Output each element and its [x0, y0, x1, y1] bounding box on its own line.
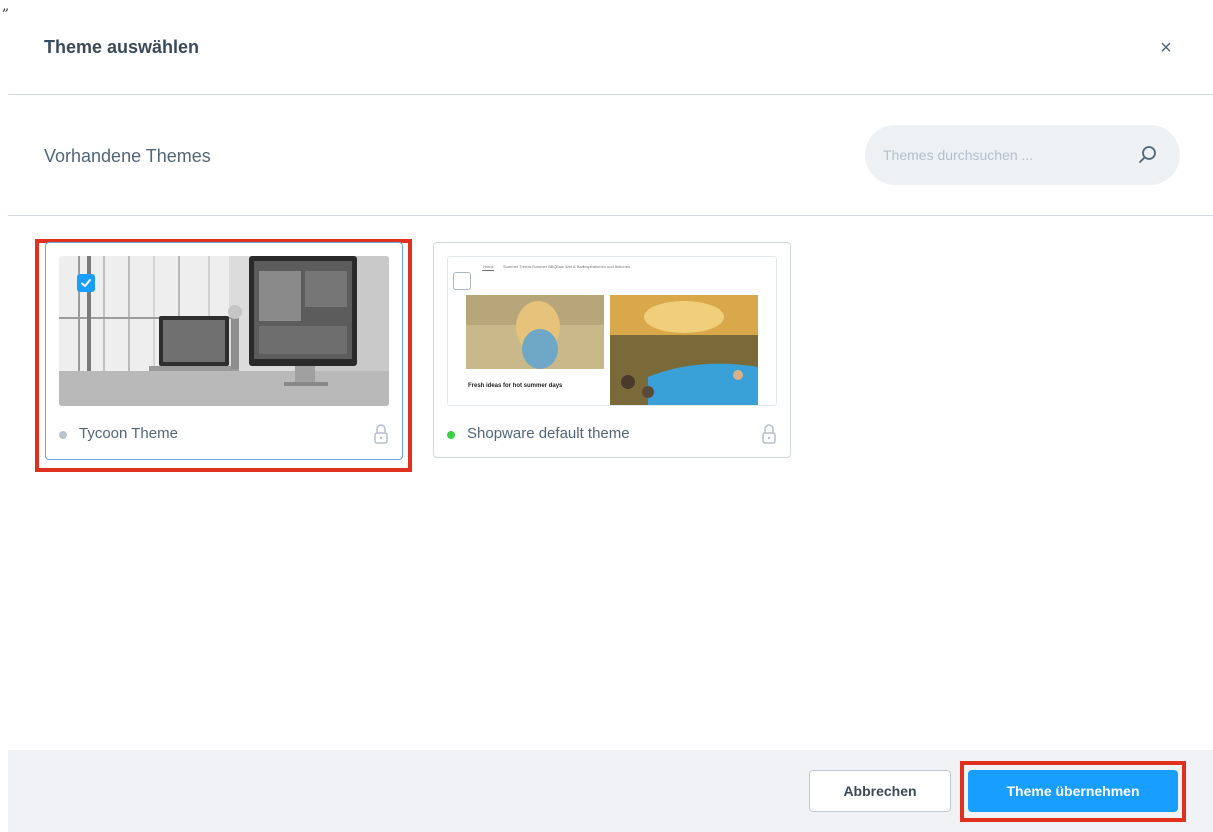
lock-icon: [762, 424, 776, 444]
status-dot: [59, 431, 67, 439]
lock-icon: [374, 424, 388, 444]
theme-card-tycoon[interactable]: Tycoon Theme: [45, 242, 403, 460]
preview-nav-inspiration: Inspirationen und Aktionen: [583, 264, 630, 269]
status-dot: [447, 431, 455, 439]
storefront-preview-image: Home Summer Trends Summer BBQ Sale Wel &…: [447, 256, 777, 406]
theme-grid: Tycoon Theme Home Summer Trends Summer B…: [0, 217, 1213, 749]
theme-name: Shopware default theme: [467, 425, 630, 442]
themes-toolbar: Vorhandene Themes: [8, 96, 1213, 216]
search-input[interactable]: [883, 125, 1123, 185]
modal-title: Theme auswählen: [44, 37, 200, 57]
preview-nav-summer-trends: Summer Trends: [503, 264, 531, 269]
close-icon[interactable]: ×: [1154, 36, 1178, 60]
preview-nav-sale: Sale Wel & Bad: [556, 264, 584, 269]
theme-select-checkbox[interactable]: [453, 272, 471, 290]
theme-select-checkbox[interactable]: [77, 274, 95, 292]
preview-nav-summer-bbq: Summer BBQ: [532, 264, 557, 269]
modal-footer: Abbrechen Theme übernehmen: [8, 750, 1213, 832]
preview-headline: Fresh ideas for hot summer days: [468, 383, 563, 389]
theme-name: Tycoon Theme: [79, 425, 178, 442]
check-icon: [81, 279, 91, 287]
section-title: Vorhandene Themes: [44, 146, 211, 166]
desk-workspace-image: [59, 256, 389, 406]
apply-theme-button[interactable]: Theme übernehmen: [968, 770, 1178, 812]
theme-card-footer: Shopware default theme: [447, 423, 777, 447]
theme-select-modal: „ Theme auswählen × Vorhandene Themes Th…: [0, 0, 1213, 832]
modal-header: Theme auswählen ×: [8, 0, 1213, 95]
search-icon[interactable]: [1137, 144, 1159, 166]
search-field[interactable]: [865, 125, 1180, 185]
theme-card-shopware-default[interactable]: Home Summer Trends Summer BBQ Sale Wel &…: [433, 242, 791, 458]
cancel-button[interactable]: Abbrechen: [809, 770, 951, 812]
preview-nav-home: Home: [483, 264, 494, 269]
theme-card-footer: Tycoon Theme: [59, 423, 389, 447]
